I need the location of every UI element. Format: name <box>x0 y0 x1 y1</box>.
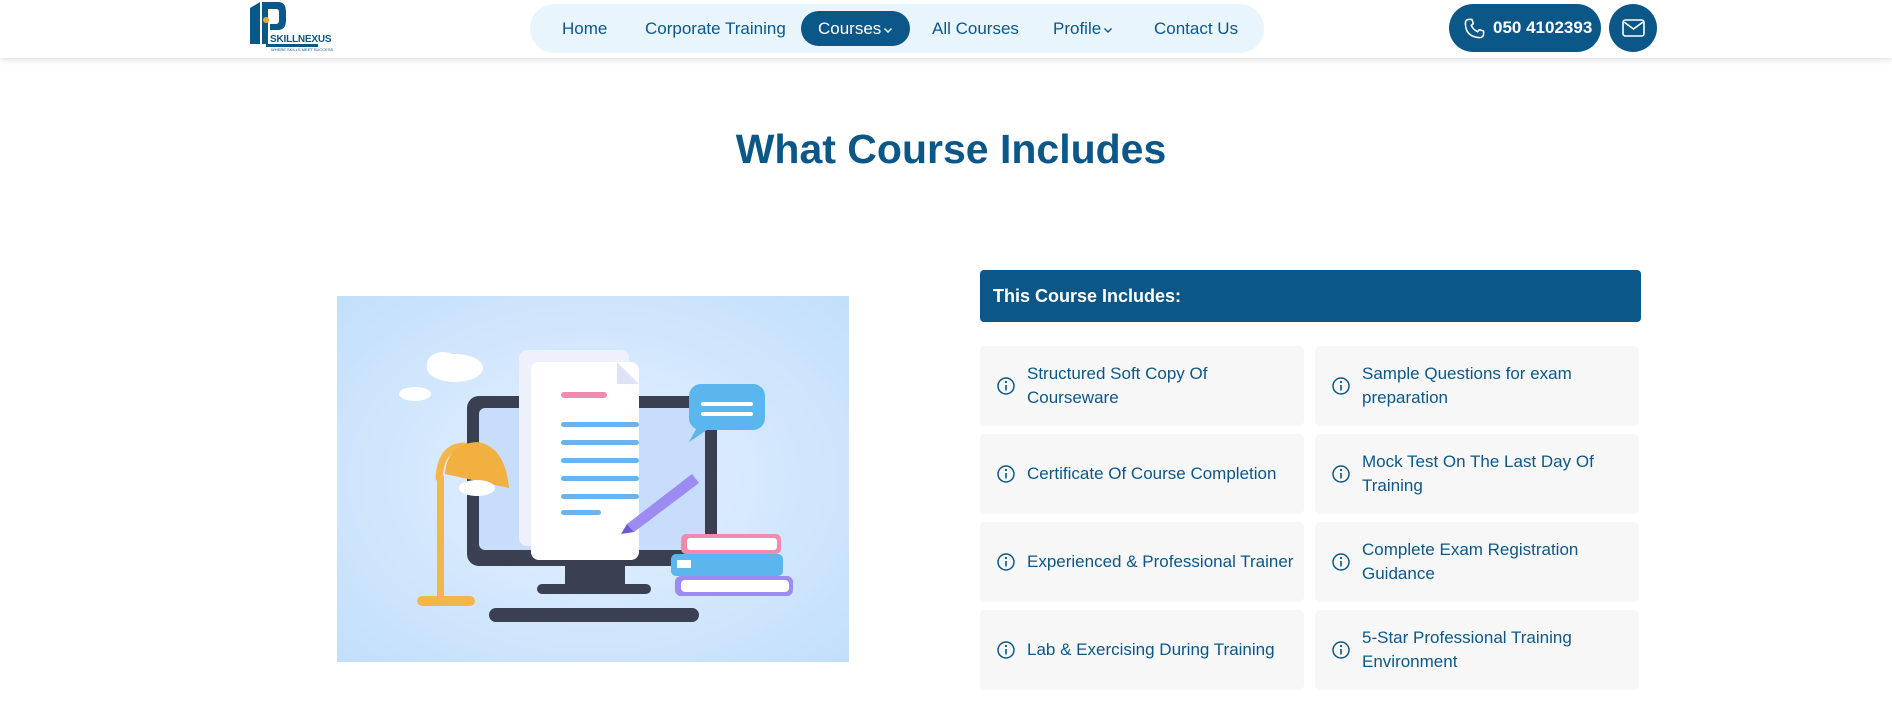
include-item-label: 5-Star Professional Training Environment <box>1362 628 1572 671</box>
nav-profile-label: Profile <box>1053 19 1102 38</box>
site-header: SKILLNEXUS WHERE SKILLS MEET SUCCESS Hom… <box>0 0 1892 58</box>
info-icon <box>997 465 1015 483</box>
info-icon <box>1332 641 1350 659</box>
include-item-label: Experienced & Professional Trainer <box>1027 552 1294 571</box>
nav-contact-us[interactable]: Contact Us <box>1154 4 1238 53</box>
phone-button[interactable]: 050 4102393 <box>1449 4 1601 52</box>
include-item-label: Sample Questions for exam preparation <box>1362 364 1572 407</box>
info-icon <box>1332 553 1350 571</box>
email-button[interactable] <box>1609 4 1657 52</box>
include-item: Sample Questions for exam preparation <box>1315 346 1639 426</box>
section-title: What Course Includes <box>735 126 1167 172</box>
include-item-label: Certificate Of Course Completion <box>1027 464 1277 483</box>
include-item: Certificate Of Course Completion <box>980 434 1304 514</box>
include-item-label: Structured Soft Copy Of Courseware <box>1027 364 1208 407</box>
phone-icon <box>1464 18 1485 39</box>
nav-profile[interactable]: Profile <box>1053 4 1113 53</box>
include-item-label: Lab & Exercising During Training <box>1027 640 1275 659</box>
info-icon <box>997 553 1015 571</box>
include-item: Complete Exam Registration Guidance <box>1315 522 1639 602</box>
nav-courses-label: Courses <box>818 19 882 38</box>
include-item-label: Mock Test On The Last Day Of Training <box>1362 452 1594 495</box>
logo-tagline: WHERE SKILLS MEET SUCCESS <box>271 47 334 52</box>
nav-all-courses[interactable]: All Courses <box>932 4 1019 53</box>
chevron-down-icon <box>884 27 893 33</box>
include-item: Experienced & Professional Trainer <box>980 522 1304 602</box>
info-icon <box>1332 465 1350 483</box>
include-item: Lab & Exercising During Training <box>980 610 1304 690</box>
nav-home[interactable]: Home <box>562 4 607 53</box>
phone-number: 050 4102393 <box>1493 18 1593 37</box>
info-icon <box>997 377 1015 395</box>
chevron-down-icon <box>1104 27 1113 33</box>
includes-heading: This Course Includes: <box>980 270 1641 322</box>
info-icon <box>997 641 1015 659</box>
include-item-label: Complete Exam Registration Guidance <box>1362 540 1579 583</box>
include-item: Mock Test On The Last Day Of Training <box>1315 434 1639 514</box>
mail-icon <box>1622 19 1645 37</box>
main-nav: Home Corporate Training Courses All Cour… <box>530 4 1264 53</box>
nav-courses[interactable]: Courses <box>801 11 911 46</box>
info-icon <box>1332 377 1350 395</box>
logo-text: SKILLNEXUS <box>270 34 332 45</box>
include-item: Structured Soft Copy Of Courseware <box>980 346 1304 426</box>
include-item: 5-Star Professional Training Environment <box>1315 610 1639 690</box>
nav-corporate-training[interactable]: Corporate Training <box>645 4 786 53</box>
course-illustration <box>337 296 849 662</box>
